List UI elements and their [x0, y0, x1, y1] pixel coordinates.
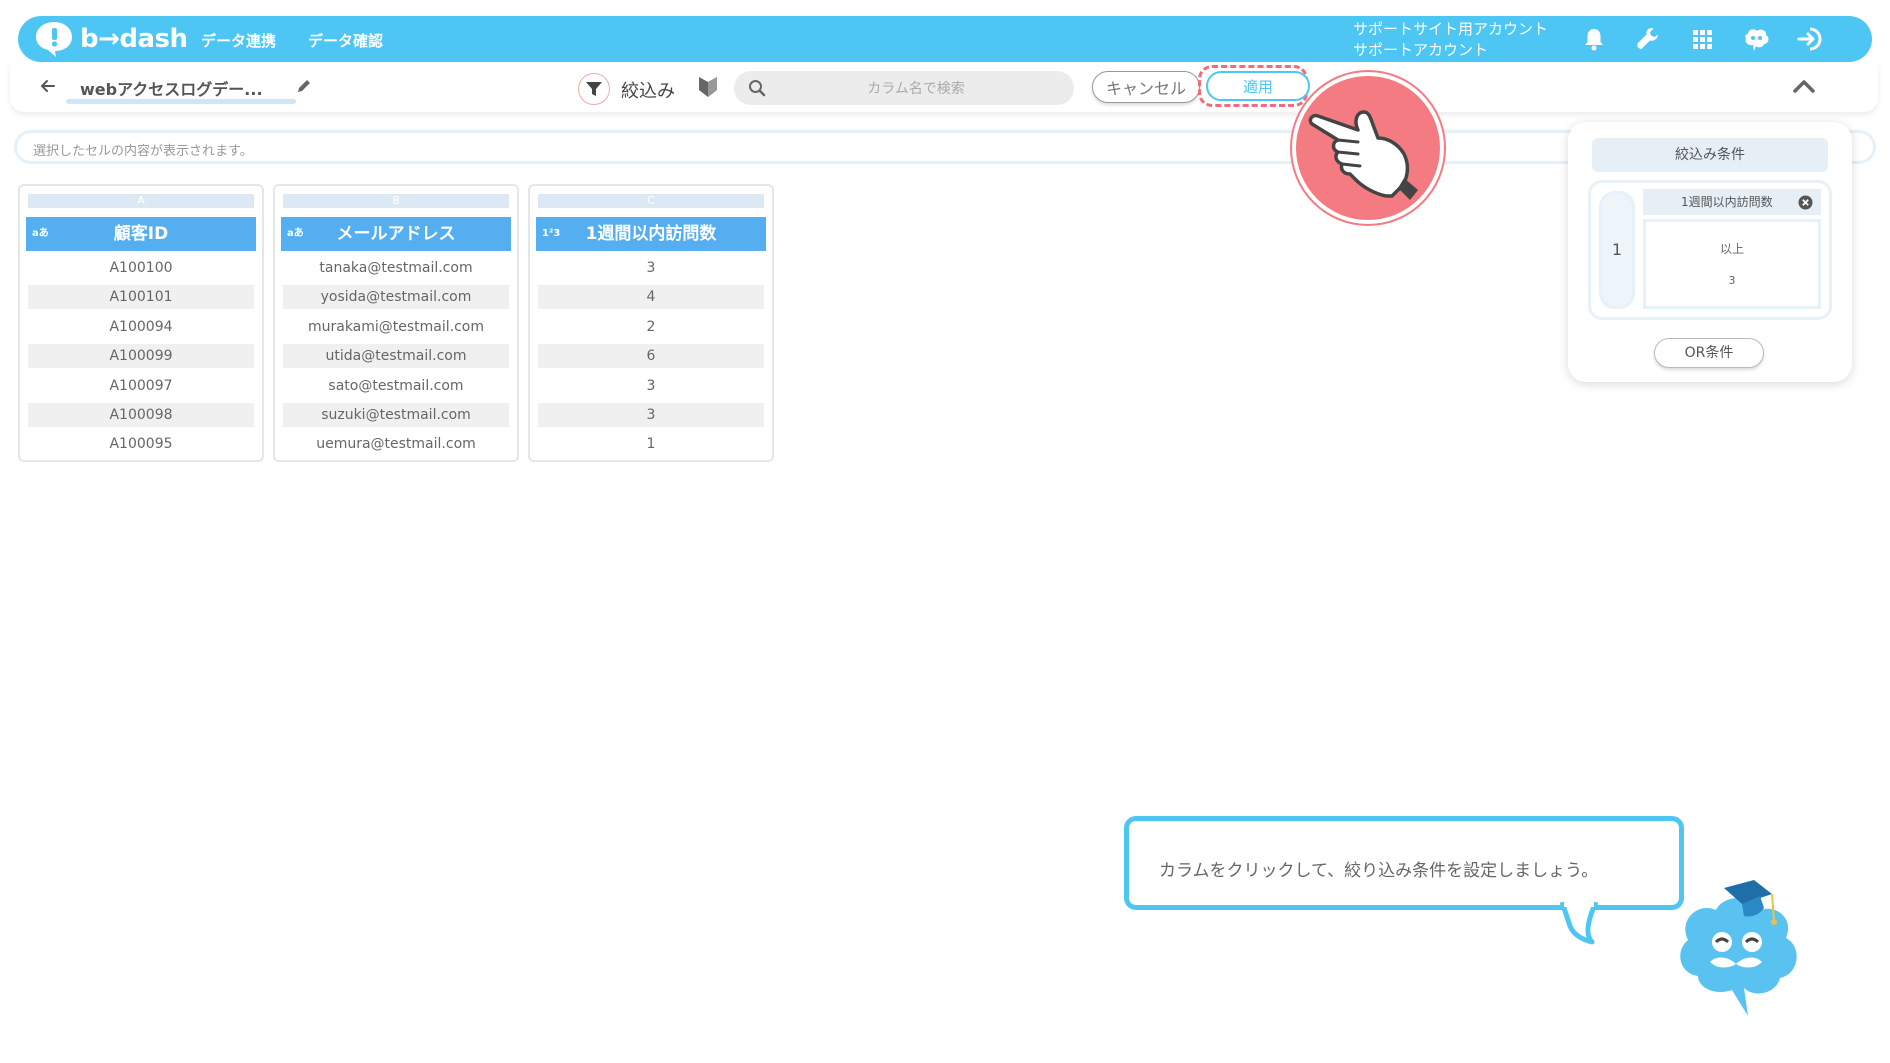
- apply-button[interactable]: 適用: [1206, 71, 1310, 101]
- table-cell[interactable]: suzuki@testmail.com: [283, 402, 509, 427]
- table-column-a[interactable]: A aあ 顧客ID A100100 A100101 A100094 A10009…: [18, 184, 264, 462]
- pointing-hand-overlay: [1292, 72, 1444, 224]
- mascot-character-icon: [1680, 880, 1797, 1016]
- condition-operator: 以上: [1719, 242, 1744, 256]
- table-cell[interactable]: yosida@testmail.com: [283, 285, 509, 310]
- filter-label: 絞込み: [621, 81, 675, 102]
- table-cell[interactable]: A100094: [28, 315, 254, 339]
- search-icon: [748, 79, 766, 97]
- document-title[interactable]: webアクセスログデー...: [80, 76, 263, 100]
- mascot-icon[interactable]: [1742, 25, 1770, 53]
- chevron-up-icon[interactable]: [1792, 76, 1816, 96]
- or-condition-button[interactable]: OR条件: [1654, 338, 1764, 368]
- table-cell[interactable]: 1: [538, 432, 764, 456]
- nav-data-confirmation[interactable]: データ確認: [308, 30, 383, 51]
- cancel-button[interactable]: キャンセル: [1092, 71, 1200, 103]
- bell-icon[interactable]: [1580, 25, 1608, 53]
- funnel-icon: [586, 82, 602, 96]
- column-letter: B: [283, 194, 509, 208]
- table-column-c[interactable]: C 1²3 1週間以内訪問数 3 4 2 6 3 3 1: [528, 184, 774, 462]
- condition-body[interactable]: 以上 3: [1643, 219, 1821, 309]
- beginner-mark-icon[interactable]: [696, 74, 720, 100]
- table-cell[interactable]: 3: [538, 256, 764, 280]
- table-column-b[interactable]: B aあ メールアドレス tanaka@testmail.com yosida@…: [273, 184, 519, 462]
- number-type-badge: 1²3: [542, 228, 561, 239]
- table-cell[interactable]: A100100: [28, 256, 254, 280]
- table-cell[interactable]: A100099: [28, 344, 254, 369]
- column-header-label: 1週間以内訪問数: [585, 224, 717, 244]
- table-cell[interactable]: 3: [538, 374, 764, 398]
- table-cell[interactable]: A100095: [28, 432, 254, 456]
- filter-condition-panel: 絞込み条件 1 1週間以内訪問数 以上 3 OR条件: [1568, 122, 1852, 382]
- toolbar: webアクセスログデー... 絞込み キャンセル 適用: [10, 62, 1878, 112]
- logout-icon[interactable]: [1796, 25, 1824, 53]
- text-type-badge: aあ: [287, 228, 304, 239]
- back-arrow-icon[interactable]: [38, 76, 58, 96]
- grid-icon[interactable]: [1688, 25, 1716, 53]
- cell-content-placeholder: 選択したセルの内容が表示されます。: [33, 144, 253, 159]
- table-cell[interactable]: murakami@testmail.com: [283, 315, 509, 339]
- text-type-badge: aあ: [32, 228, 49, 239]
- filter-toggle-button[interactable]: [578, 73, 610, 105]
- group-number: 1: [1599, 191, 1635, 309]
- column-header-label: メールアドレス: [336, 224, 456, 244]
- column-search: [734, 71, 1074, 105]
- table-cell[interactable]: sato@testmail.com: [283, 374, 509, 398]
- condition-value: 3: [1728, 274, 1736, 287]
- speech-bubble-tail: [1560, 902, 1599, 945]
- column-header[interactable]: aあ メールアドレス: [281, 217, 511, 251]
- table-cell[interactable]: 2: [538, 315, 764, 339]
- condition-group: 1 1週間以内訪問数 以上 3: [1588, 180, 1832, 320]
- nav-data-integration[interactable]: データ連携: [201, 30, 276, 51]
- tutorial-speech-bubble: カラムをクリックして、絞り込み条件を設定しましょう。: [1124, 816, 1684, 910]
- column-letter: C: [538, 194, 764, 208]
- condition-column: 1週間以内訪問数: [1681, 195, 1773, 209]
- pencil-icon[interactable]: [294, 76, 314, 96]
- table-cell[interactable]: 3: [538, 402, 764, 427]
- panel-title: 絞込み条件: [1592, 138, 1828, 172]
- table-cell[interactable]: 4: [538, 285, 764, 310]
- tutorial-message: カラムをクリックして、絞り込み条件を設定しましょう。: [1159, 861, 1599, 881]
- table-cell[interactable]: A100097: [28, 374, 254, 398]
- table-cell[interactable]: A100098: [28, 402, 254, 427]
- column-header[interactable]: aあ 顧客ID: [26, 217, 256, 251]
- table-cell[interactable]: utida@testmail.com: [283, 344, 509, 369]
- table-cell[interactable]: 6: [538, 344, 764, 369]
- column-search-input[interactable]: [774, 77, 1058, 101]
- table-cell[interactable]: uemura@testmail.com: [283, 432, 509, 456]
- column-header[interactable]: 1²3 1週間以内訪問数: [536, 217, 766, 251]
- account-info[interactable]: サポートサイト用アカウント サポートアカウント: [1353, 19, 1548, 61]
- condition-header[interactable]: 1週間以内訪問数: [1643, 189, 1821, 215]
- column-header-label: 顧客ID: [113, 224, 169, 244]
- table-cell[interactable]: tanaka@testmail.com: [283, 256, 509, 280]
- logo-bubble-icon: [36, 22, 72, 57]
- pointing-hand-icon: [1308, 110, 1418, 200]
- table-cell[interactable]: A100101: [28, 285, 254, 310]
- logo[interactable]: b→dash: [34, 20, 188, 58]
- close-icon[interactable]: [1798, 195, 1813, 210]
- column-letter: A: [28, 194, 254, 208]
- account-name: サポートサイト用アカウント: [1353, 20, 1549, 38]
- account-sub: サポートアカウント: [1353, 41, 1489, 59]
- wrench-icon[interactable]: [1634, 25, 1662, 53]
- logo-text: b→dash: [80, 24, 188, 54]
- top-header: b→dash データ連携 データ確認 サポートサイト用アカウント サポートアカウ…: [18, 16, 1872, 62]
